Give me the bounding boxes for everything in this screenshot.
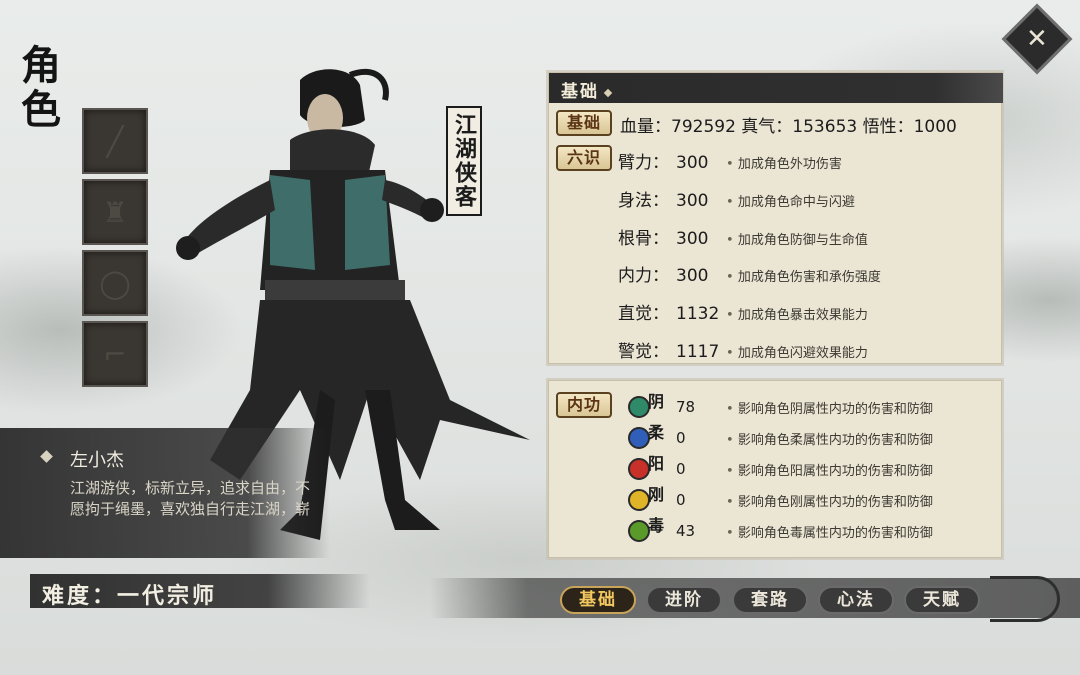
close-icon: ✕ [1026,23,1048,54]
attr-desc: 加成角色命中与闪避 [726,195,855,210]
ink-swirl-decoration [990,576,1060,622]
close-button[interactable]: ✕ [1001,3,1073,75]
element-value: 43 [676,522,696,540]
attr-label: 身法： [618,191,669,211]
rou-orb-icon [628,427,650,449]
ring-icon: ◯ [99,266,131,300]
element-desc: 影响角色刚属性内功的伤害和防御 [726,491,933,510]
page-title: 角色 [14,44,61,132]
attr-desc: 加成角色闪避效果能力 [726,346,868,361]
yang-orb-icon [628,458,650,480]
poison-orb-icon [628,520,650,542]
equipment-slots: ╱ ♜ ◯ ⌐ [82,108,150,392]
element-value: 0 [676,491,686,509]
yin-orb-icon [628,396,650,418]
tab-base[interactable]: 基础 [560,586,636,614]
attr-label: 警觉： [618,342,669,362]
weapon-slot[interactable]: ╱ [82,108,148,174]
attr-value: 300 [676,229,709,249]
attr-desc: 加成角色伤害和承伤强度 [726,270,881,285]
armor-icon: ♜ [102,195,128,229]
bio-card: 左小杰 江湖游侠，标新立异，追求自由，不愿拘于绳墨，喜欢独自行走江湖，崭 [0,428,330,558]
panel-header-title: 基础 [561,82,599,102]
element-value: 0 [676,429,686,447]
character-title: 江湖侠客 [446,106,482,216]
attr-row: 直觉： 1132 加成角色暴击效果能力 [618,299,868,327]
element-desc: 影响角色阳属性内功的伤害和防御 [726,460,933,479]
tab-talents[interactable]: 天赋 [904,586,980,614]
base-stats-line: 血量：792592 真气：153653 悟性：1000 [620,117,957,137]
attr-row: 内力： 300 加成角色伤害和承伤强度 [618,261,881,289]
attr-value: 1117 [676,342,720,362]
attr-value: 1132 [676,304,720,324]
attr-desc: 加成角色暴击效果能力 [726,308,868,323]
element-name: 柔 [648,423,665,442]
attr-label: 臂力： [618,153,669,173]
element-name: 阴 [648,392,665,411]
attr-row: 根骨： 300 加成角色防御与生命值 [618,224,868,252]
attr-label: 直觉： [618,304,669,324]
tab-advanced[interactable]: 进阶 [646,586,722,614]
attr-value: 300 [676,153,709,173]
accessory-slot[interactable]: ◯ [82,250,148,316]
base-tag: 基础 [556,110,612,136]
difficulty-label: 难度：一代宗师 [30,574,370,609]
sword-icon: ╱ [106,124,124,158]
boots-slot[interactable]: ⌐ [82,321,148,387]
element-desc: 影响角色阴属性内功的伤害和防御 [726,398,933,417]
element-name: 刚 [648,485,665,504]
element-name: 毒 [648,516,665,535]
element-name: 阳 [648,454,665,473]
attr-label: 内力： [618,266,669,286]
diamond-icon [603,88,613,97]
attr-desc: 加成角色防御与生命值 [726,233,868,248]
gang-orb-icon [628,489,650,511]
boots-icon: ⌐ [103,337,127,371]
attr-row: 警觉： 1117 加成角色闪避效果能力 [618,337,868,365]
neigong-tag: 内功 [556,392,612,418]
tab-mind-arts[interactable]: 心法 [818,586,894,614]
element-value: 78 [676,398,696,416]
attr-row: 臂力： 300 加成角色外功伤害 [618,148,842,176]
liushi-tag: 六识 [556,145,612,171]
attr-desc: 加成角色外功伤害 [726,157,842,172]
attr-value: 300 [676,266,709,286]
attr-value: 300 [676,191,709,211]
element-desc: 影响角色柔属性内功的伤害和防御 [726,429,933,448]
tab-routines[interactable]: 套路 [732,586,808,614]
attr-label: 根骨： [618,229,669,249]
attr-row: 身法： 300 加成角色命中与闪避 [618,186,855,214]
element-desc: 影响角色毒属性内功的伤害和防御 [726,522,933,541]
armor-slot[interactable]: ♜ [82,179,148,245]
character-name: 左小杰 [70,450,124,471]
character-description: 江湖游侠，标新立异，追求自由，不愿拘于绳墨，喜欢独自行走江湖，崭 [70,479,311,518]
element-value: 0 [676,460,686,478]
tab-bar: 基础 进阶 套路 心法 天赋 [560,586,980,614]
